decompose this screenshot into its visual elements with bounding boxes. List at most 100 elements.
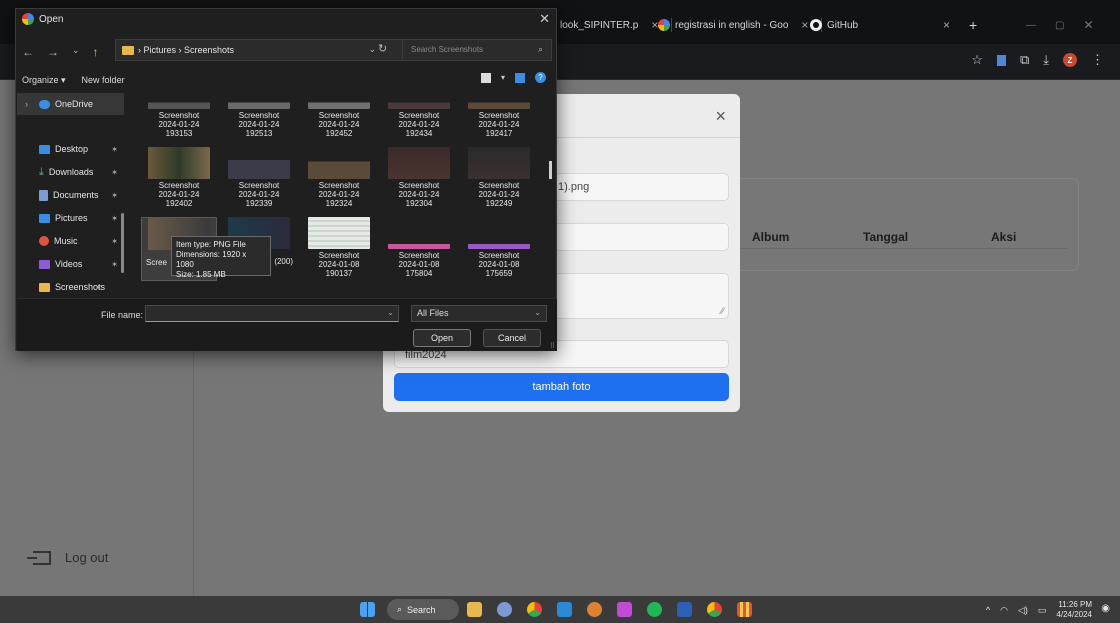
pin-icon: ✶ <box>111 236 118 246</box>
logout-button[interactable]: Log out <box>27 550 108 565</box>
tab-close-icon[interactable]: × <box>801 18 808 32</box>
file-item[interactable]: Screenshot 2024-01-08 175804 <box>381 217 457 281</box>
taskbar-search[interactable]: ⌕ Search <box>387 599 459 620</box>
resize-grip-icon[interactable]: ⠿ <box>550 342 555 350</box>
chrome-taskbar-icon[interactable] <box>707 602 722 617</box>
chevron-up-icon[interactable]: ^ <box>986 605 990 615</box>
tooltip-dimensions: Dimensions: 1920 x 1080 <box>176 250 247 269</box>
windows-start-icon[interactable] <box>360 602 375 617</box>
file-name-line: Screenshot <box>158 181 200 190</box>
preview-pane-icon[interactable] <box>515 72 525 83</box>
file-item[interactable]: Screenshot 2024-01-08 175659 <box>461 217 537 281</box>
camera-icon[interactable] <box>497 602 512 617</box>
nav-item-desktop[interactable]: Desktop ✶ <box>17 138 124 160</box>
app-icon[interactable] <box>587 602 602 617</box>
new-folder-button[interactable]: New folder <box>82 75 125 86</box>
up-arrow-icon[interactable]: ↑ <box>93 45 99 59</box>
file-name-line: 175804 <box>405 269 433 278</box>
tab-github[interactable]: GitHub <box>810 14 858 36</box>
chevron-down-icon[interactable]: ⌄ <box>72 45 80 59</box>
file-item[interactable]: Screenshot 2024-01-24 192304 <box>381 147 457 211</box>
app-icon[interactable] <box>737 602 752 617</box>
tab-google-search[interactable]: registrasi in english - Goo × <box>658 14 823 36</box>
nav-item-documents[interactable]: Documents ✶ <box>17 184 124 206</box>
file-name-line: Screenshot <box>318 181 360 190</box>
tab-close-icon[interactable]: × <box>943 18 950 32</box>
history-dropdown-icon[interactable]: ⌄ <box>368 44 376 55</box>
file-item[interactable]: Screenshot 2024-01-24 192324 <box>301 147 377 211</box>
resize-handle-icon[interactable]: ⁄⁄ <box>721 306 724 316</box>
google-icon <box>658 19 670 31</box>
extension-icon[interactable] <box>996 54 1006 66</box>
chevron-down-icon[interactable]: ▾ <box>501 73 505 82</box>
tab-pdf[interactable]: look_SIPINTER.p × <box>560 14 673 36</box>
open-button[interactable]: Open <box>413 329 471 347</box>
file-item[interactable]: Screenshot 2024-01-24 192339 <box>221 147 297 211</box>
file-name-line: 2024-01-24 <box>398 190 440 199</box>
search-input[interactable]: Search Screenshots ⌕ <box>402 39 552 61</box>
nav-item-music[interactable]: Music ✶ <box>17 230 124 252</box>
close-icon[interactable]: ✕ <box>1083 18 1093 32</box>
new-tab-icon[interactable]: + <box>969 17 977 33</box>
file-name-line: 2024-01-24 <box>478 120 520 129</box>
help-icon[interactable]: ? <box>535 72 546 83</box>
nav-item-label: Music <box>54 236 78 246</box>
add-photo-button[interactable]: tambah foto <box>394 373 729 401</box>
address-bar[interactable]: › Pictures › Screenshots ⌄ <box>115 39 407 61</box>
nav-item-pictures[interactable]: Pictures ✶ <box>17 207 124 229</box>
close-icon[interactable]: × <box>715 106 726 127</box>
minimize-icon[interactable]: — <box>1026 20 1036 31</box>
more-icon[interactable]: ⋮ <box>1091 52 1104 68</box>
battery-icon[interactable]: ▭ <box>1038 605 1047 616</box>
refresh-icon[interactable]: ↻ <box>378 42 387 55</box>
clock-time: 11:26 PM <box>1058 600 1092 609</box>
nav-item-videos[interactable]: Videos ✶ <box>17 253 124 275</box>
organize-menu[interactable]: Organize ▾ <box>22 75 66 86</box>
file-item[interactable]: Screenshot 2024-01-24 192402 <box>141 147 217 211</box>
file-explorer-icon[interactable] <box>467 602 482 617</box>
vscode-icon[interactable] <box>557 602 572 617</box>
back-arrow-icon[interactable]: ← <box>22 45 34 59</box>
maximize-icon[interactable]: ▢ <box>1055 20 1064 31</box>
volume-icon[interactable]: ◁) <box>1018 605 1028 616</box>
profile-icon[interactable]: Z <box>1063 53 1077 67</box>
notification-icon[interactable]: ◉ <box>1101 603 1110 614</box>
file-name-line: 2024-01-08 <box>478 260 520 269</box>
file-item[interactable]: Screenshot 2024-01-24 192249 <box>461 147 537 211</box>
file-name-input[interactable]: ⌄ <box>145 305 399 322</box>
nav-item-downloads[interactable]: ⤓ Downloads ✶ <box>17 161 124 183</box>
file-grid-scrollbar[interactable] <box>549 161 552 179</box>
file-thumbnail <box>148 93 210 109</box>
view-mode-icon[interactable] <box>480 72 491 83</box>
file-item[interactable]: Screenshot 2024-01-24 192434 <box>381 93 457 141</box>
file-name-line: 192304 <box>405 199 433 208</box>
nav-item-onedrive[interactable]: › OneDrive <box>17 93 124 115</box>
file-item[interactable]: Screenshot 2024-01-08 190137 <box>301 217 377 281</box>
nav-item-screenshots[interactable]: Screenshots ✶ <box>17 276 124 298</box>
chevron-down-icon[interactable]: ⌄ <box>387 308 394 317</box>
chevron-right-icon[interactable]: › <box>25 99 28 109</box>
file-item[interactable]: Screenshot 2024-01-24 192417 <box>461 93 537 141</box>
app-icon[interactable] <box>617 602 632 617</box>
file-name-label: File name: <box>101 310 144 320</box>
word-icon[interactable] <box>677 602 692 617</box>
file-item[interactable]: Screenshot 2024-01-24 192452 <box>301 93 377 141</box>
chrome-taskbar-icon[interactable] <box>527 602 542 617</box>
puzzle-icon[interactable]: ⧉ <box>1020 52 1029 68</box>
file-name-line: Screenshot <box>478 181 520 190</box>
forward-arrow-icon[interactable]: → <box>47 45 59 59</box>
pin-icon: ✶ <box>95 282 102 292</box>
spotify-icon[interactable] <box>647 602 662 617</box>
file-type-select[interactable]: All Files ⌄ <box>411 305 547 322</box>
dialog-close-icon[interactable]: ✕ <box>539 11 550 27</box>
navigation-scrollbar[interactable] <box>121 213 124 273</box>
tab-label: GitHub <box>827 19 859 31</box>
cancel-button[interactable]: Cancel <box>483 329 541 347</box>
view-options: ▾ ? <box>480 72 546 83</box>
download-icon[interactable]: ⤓ <box>1043 52 1049 68</box>
star-icon[interactable]: ☆ <box>971 52 983 68</box>
file-item[interactable]: Screenshot 2024-01-24 193153 <box>141 93 217 141</box>
file-item[interactable]: Screenshot 2024-01-24 192513 <box>221 93 297 141</box>
clock[interactable]: 11:26 PM 4/24/2024 <box>1056 600 1092 620</box>
wifi-icon[interactable]: ◠ <box>1000 605 1008 616</box>
